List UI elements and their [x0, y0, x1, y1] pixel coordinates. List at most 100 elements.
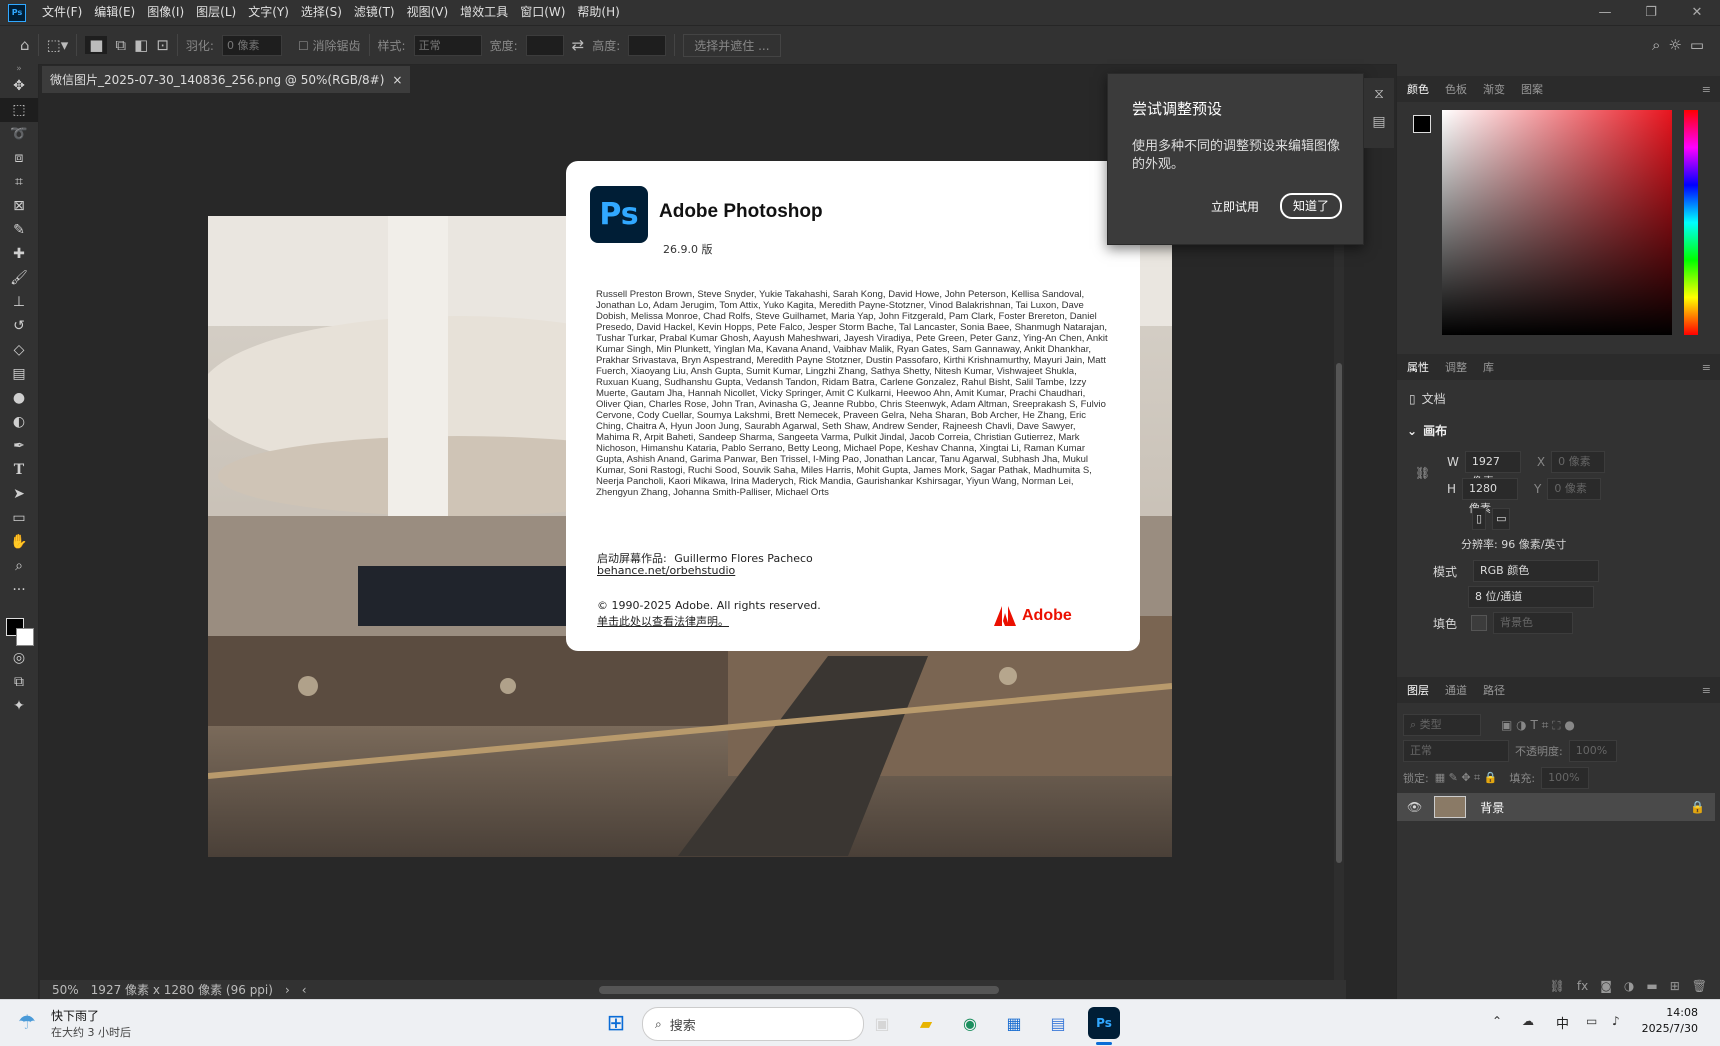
link-layers-icon[interactable]: ⛓	[1550, 979, 1565, 993]
tab-swatches[interactable]: 色板	[1445, 81, 1467, 97]
chevron-left-icon[interactable]: ‹	[302, 983, 307, 997]
background-color[interactable]	[16, 628, 34, 646]
landscape-icon[interactable]: ▭	[1492, 508, 1511, 530]
path-select-icon[interactable]: ➤	[0, 482, 38, 506]
horizontal-scroll-thumb[interactable]	[598, 985, 999, 994]
photoshop-taskbar-icon[interactable]: Ps	[1088, 1007, 1120, 1039]
tab-libraries[interactable]: 库	[1483, 359, 1494, 375]
gradient-tool-icon[interactable]: ▤	[0, 362, 38, 386]
lock-icon[interactable]: 🔒	[1690, 800, 1705, 814]
close-tab-icon[interactable]: ×	[392, 73, 402, 87]
network-icon[interactable]: ▭	[1586, 1014, 1597, 1028]
tab-paths[interactable]: 路径	[1483, 682, 1505, 698]
clock-date[interactable]: 2025/7/30	[1628, 1022, 1698, 1035]
tab-gradients[interactable]: 渐变	[1483, 81, 1505, 97]
foreground-swatch[interactable]	[1413, 115, 1431, 133]
frame-tool-icon[interactable]: ⊠	[0, 194, 38, 218]
type-tool-icon[interactable]: T	[0, 458, 38, 482]
layer-name[interactable]: 背景	[1480, 799, 1504, 816]
style-select[interactable]: 正常	[413, 34, 482, 56]
menu-type[interactable]: 文字(Y)	[242, 0, 295, 25]
hue-slider[interactable]	[1684, 110, 1698, 335]
weather-icon[interactable]: ☂	[18, 1010, 36, 1034]
lasso-tool-icon[interactable]: ➰	[0, 122, 38, 146]
workspace-icon[interactable]: ▭	[1690, 36, 1704, 54]
color-swatches[interactable]	[0, 602, 38, 646]
got-it-button[interactable]: 知道了	[1280, 193, 1342, 219]
home-icon[interactable]: ⌂	[20, 36, 30, 54]
fill-select[interactable]: 背景色	[1493, 612, 1574, 634]
layer-row[interactable]: 👁 背景 🔒	[1397, 793, 1715, 821]
antialias-checkbox[interactable]: ☐ 消除锯齿	[298, 37, 361, 54]
panel-menu-icon[interactable]: ≡	[1702, 361, 1711, 374]
select-and-mask-button[interactable]: 选择并遮住 ...	[683, 33, 781, 57]
chevron-right-icon[interactable]: ›	[285, 983, 290, 997]
tab-color[interactable]: 颜色	[1407, 81, 1429, 97]
pen-tool-icon[interactable]: ✒	[0, 434, 38, 458]
history-brush-icon[interactable]: ↺	[0, 314, 38, 338]
behance-link[interactable]: behance.net/orbehstudio	[597, 564, 735, 577]
visibility-eye-icon[interactable]: 👁	[1407, 800, 1422, 814]
document-tab[interactable]: 微信图片_2025-07-30_140836_256.png @ 50%(RGB…	[42, 66, 411, 93]
store-icon[interactable]: ▦	[998, 1007, 1030, 1039]
new-layer-icon[interactable]: ⊞	[1670, 979, 1680, 993]
menu-layer[interactable]: 图层(L)	[190, 0, 242, 25]
tab-channels[interactable]: 通道	[1445, 682, 1467, 698]
y-field[interactable]: 0 像素	[1547, 478, 1602, 500]
link-icon[interactable]: ⛓	[1415, 466, 1430, 480]
filter-icons[interactable]: ▣ ◑ T ⌗ ⛶ ●	[1501, 718, 1575, 733]
dodge-tool-icon[interactable]: ◐	[0, 410, 38, 434]
marquee-tool-icon[interactable]: ⬚	[0, 98, 38, 122]
notepad-icon[interactable]: ▤	[1042, 1007, 1074, 1039]
zoom-level[interactable]: 50%	[52, 983, 79, 997]
more-tools-icon[interactable]: ···	[0, 578, 38, 602]
volume-icon[interactable]: ♪	[1612, 1014, 1620, 1028]
add-selection-icon[interactable]: ⧉	[115, 36, 126, 54]
eyedropper-tool-icon[interactable]: ✎	[0, 218, 38, 242]
onedrive-icon[interactable]: ☁	[1522, 1014, 1534, 1028]
hand-tool-icon[interactable]: ✋	[0, 530, 38, 554]
eraser-tool-icon[interactable]: ◇	[0, 338, 38, 362]
height-input[interactable]	[628, 34, 667, 56]
color-field[interactable]	[1442, 110, 1672, 335]
mode-select[interactable]: RGB 颜色	[1473, 560, 1600, 582]
scroll-thumb[interactable]	[1336, 363, 1342, 863]
close-icon[interactable]: ✕	[1674, 5, 1720, 20]
blur-tool-icon[interactable]: ●	[0, 386, 38, 410]
fill-field[interactable]: 100%	[1541, 767, 1590, 789]
delete-layer-icon[interactable]: 🗑	[1692, 979, 1707, 993]
weather-title[interactable]: 快下雨了	[51, 1007, 99, 1024]
screen-mode-icon[interactable]: ⧉	[0, 670, 38, 694]
move-tool-icon[interactable]: ✥	[0, 74, 38, 98]
menu-image[interactable]: 图像(I)	[141, 0, 190, 25]
depth-select[interactable]: 8 位/通道	[1468, 586, 1594, 608]
fill-swatch[interactable]	[1471, 615, 1488, 631]
ime-indicator[interactable]: 中	[1556, 1013, 1569, 1032]
height-field[interactable]: 1280 像素	[1462, 478, 1519, 515]
subtract-selection-icon[interactable]: ◧	[134, 36, 148, 54]
x-field[interactable]: 0 像素	[1551, 451, 1606, 473]
comments-panel-icon[interactable]: ▤	[1364, 114, 1394, 130]
document-info[interactable]: 1927 像素 x 1280 像素 (96 ppi)	[91, 981, 273, 998]
adjustment-layer-icon[interactable]: ◑	[1624, 979, 1634, 993]
healing-brush-icon[interactable]: ✚	[0, 242, 38, 266]
portrait-icon[interactable]: ▯	[1472, 508, 1487, 530]
search-icon[interactable]: ⌕	[1652, 36, 1660, 54]
chevron-down-icon[interactable]: ⌄	[1407, 424, 1417, 438]
panel-menu-icon[interactable]: ≡	[1702, 684, 1711, 697]
zoom-tool-icon[interactable]: ⌕	[0, 554, 38, 578]
legal-link[interactable]: 单击此处以查看法律声明。	[597, 613, 729, 629]
menu-plugins[interactable]: 增效工具	[454, 0, 514, 25]
file-explorer-icon[interactable]: ▰	[910, 1007, 942, 1039]
edge-browser-icon[interactable]: ◉	[954, 1007, 986, 1039]
taskbar-search[interactable]: ⌕ 搜索	[642, 1007, 864, 1041]
swap-icon[interactable]: ⇄	[572, 36, 585, 54]
object-select-tool-icon[interactable]: ⧈	[0, 146, 38, 170]
intersect-selection-icon[interactable]: ⊡	[156, 36, 169, 54]
task-view-icon[interactable]: ▣	[866, 1007, 898, 1039]
minimize-icon[interactable]: —	[1582, 5, 1628, 20]
windows-start-icon[interactable]: ⊞	[600, 1007, 632, 1039]
brush-tool-icon[interactable]: 🖌	[0, 266, 38, 290]
lock-icons[interactable]: ▦ ✎ ✥ ⌗ 🔒	[1435, 771, 1498, 785]
marquee-preset-icon[interactable]: ⬚▾	[47, 36, 69, 54]
